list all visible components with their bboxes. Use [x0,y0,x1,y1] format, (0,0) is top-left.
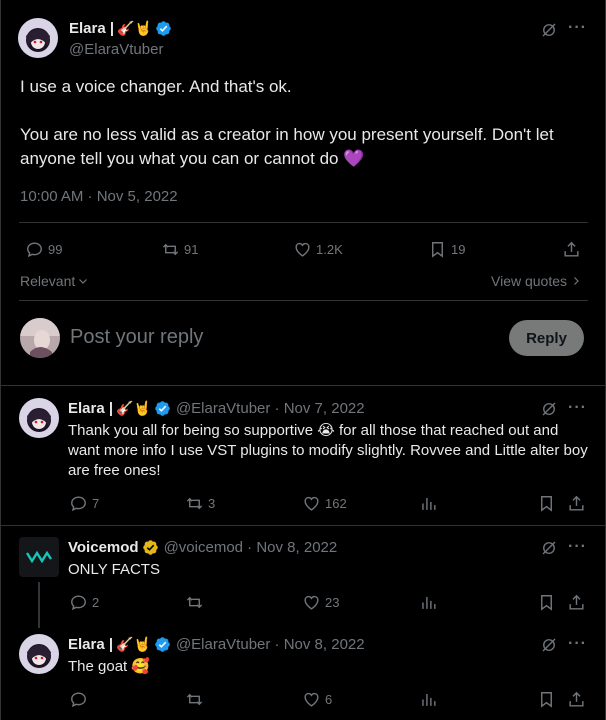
reply-action[interactable]: 7 [69,494,99,513]
reply-input[interactable]: Post your reply [70,326,203,349]
bookmark-icon [432,242,443,258]
like-action[interactable]: 162 [302,494,347,513]
views-icon [422,497,436,510]
author-emoji: 🎸🤘 [116,400,151,416]
reply-icon [71,496,86,512]
bookmark-icon [541,496,552,512]
verified-badge-icon [155,401,170,416]
verified-badge-icon [156,21,171,36]
main-post-avatar[interactable] [18,18,58,58]
reply-handle-date: @voicemod · Nov 8, 2022 [163,539,338,556]
composer-avatar[interactable] [20,318,60,358]
repost-action[interactable] [185,690,208,709]
author-emoji: 🎸🤘 [116,636,151,652]
more-icon[interactable]: ··· [568,635,587,653]
bookmark-action[interactable] [537,494,556,513]
reply-icon [71,595,86,611]
more-icon[interactable]: ··· [568,19,587,37]
grok-icon[interactable] [540,539,558,562]
reply-icon [27,242,42,258]
main-post-author-name[interactable]: Elara | 🎸🤘 [69,20,172,37]
share-action[interactable] [567,593,586,612]
like-icon [304,595,319,610]
repost-icon [186,497,203,510]
main-post-text-line1: I use a voice changer. And that's ok. [20,77,292,96]
reply-author-name[interactable]: Voicemod @voicemod · Nov 8, 2022 [68,539,337,556]
verified-badge-icon [155,637,170,652]
view-quotes-link[interactable]: View quotes [491,273,582,289]
reply-text: The goat 🥰 [68,658,151,675]
voicemod-avatar[interactable] [19,537,59,577]
share-action[interactable] [562,240,581,259]
like-action[interactable]: 1.2K [293,240,343,259]
more-icon[interactable]: ··· [568,538,587,556]
views-icon [422,596,436,609]
reply-avatar[interactable] [19,634,59,674]
chevron-down-icon [79,279,88,284]
bookmark-action[interactable]: 19 [428,240,465,259]
grok-icon[interactable] [540,400,558,423]
reply-avatar[interactable] [19,398,59,438]
like-icon [304,692,319,707]
chevron-right-icon [574,277,579,285]
like-action[interactable]: 23 [302,593,339,612]
repost-icon [186,693,203,706]
thread-line [38,582,40,628]
divider [1,525,606,526]
reply-handle-date: @ElaraVtuber · Nov 7, 2022 [175,400,365,417]
tweet-thread-page: Elara | 🎸🤘 @ElaraVtuber ··· I use a voic… [0,0,606,720]
bookmark-action[interactable] [537,690,556,709]
bookmark-action[interactable] [537,593,556,612]
divider [1,385,606,386]
views-action[interactable] [419,690,438,709]
reply-handle-date: @ElaraVtuber · Nov 8, 2022 [175,636,365,653]
like-icon [295,242,310,257]
author-emoji: 🎸🤘 [117,20,152,36]
repost-icon [162,243,179,256]
share-icon [569,691,584,707]
reply-text: Thank you all for being so supportive 😭 … [68,422,588,479]
main-post-handle[interactable]: @ElaraVtuber [69,41,163,58]
views-icon [422,693,436,706]
views-action[interactable] [419,494,438,513]
reply-author-name[interactable]: Elara | 🎸🤘 @ElaraVtuber · Nov 7, 2022 [68,400,365,417]
repost-action[interactable] [185,593,208,612]
main-post-text-line2: You are no less valid as a creator in ho… [20,125,554,168]
reply-text: ONLY FACTS [68,561,160,578]
main-post-timestamp[interactable]: 10:00 AM · Nov 5, 2022 [20,188,178,205]
share-action[interactable] [567,690,586,709]
repost-action[interactable]: 91 [161,240,198,259]
sort-dropdown[interactable]: Relevant [20,273,89,289]
repost-icon [186,596,203,609]
repost-action[interactable]: 3 [185,494,215,513]
reply-action[interactable]: 2 [69,593,99,612]
views-action[interactable] [419,593,438,612]
more-icon[interactable]: ··· [568,399,587,417]
grok-icon[interactable] [540,636,558,659]
bookmark-icon [541,595,552,611]
bookmark-icon [541,692,552,708]
reply-author-name[interactable]: Elara | 🎸🤘 @ElaraVtuber · Nov 8, 2022 [68,636,365,653]
like-action[interactable]: 6 [302,690,332,709]
reply-icon [71,692,86,708]
divider [19,300,588,301]
reply-action[interactable] [69,690,92,709]
share-icon [569,594,584,610]
share-icon [564,241,579,257]
share-action[interactable] [567,494,586,513]
reply-button[interactable]: Reply [509,320,584,356]
reply-action[interactable]: 99 [25,240,62,259]
grok-icon[interactable] [540,21,558,44]
verified-badge-icon [142,540,158,555]
like-icon [304,496,319,511]
divider [19,222,588,223]
share-icon [569,495,584,511]
